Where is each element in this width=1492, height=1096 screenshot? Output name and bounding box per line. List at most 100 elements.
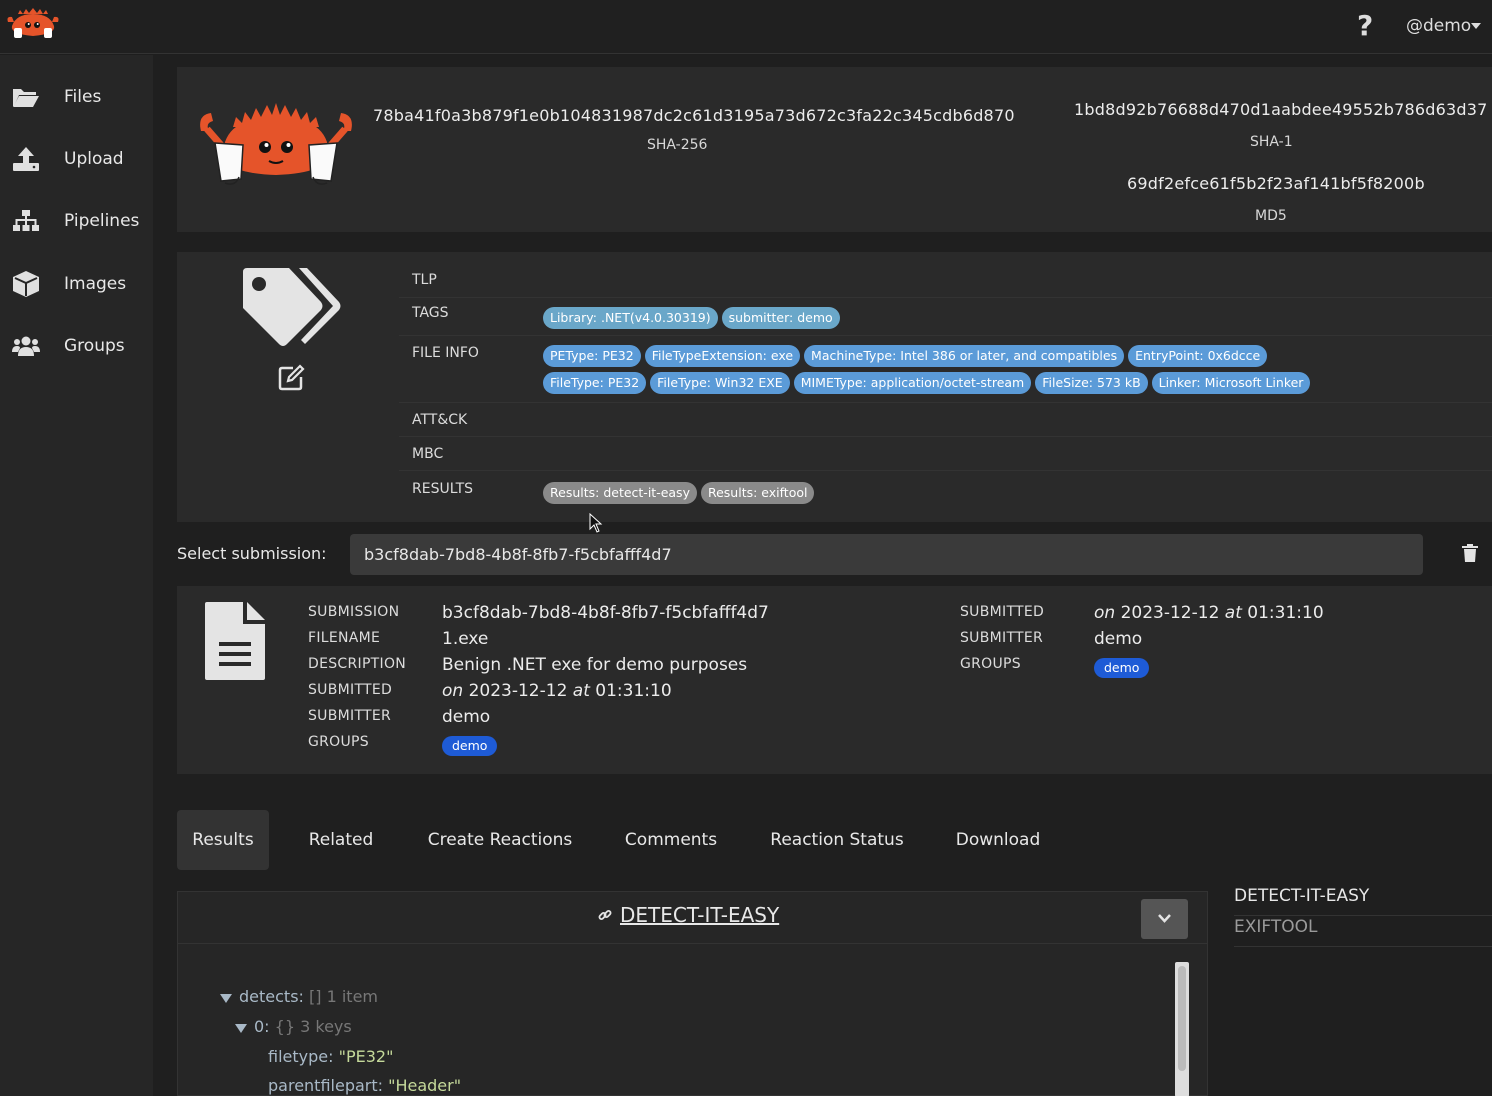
- tag-badge[interactable]: submitter: demo: [721, 307, 840, 329]
- tag-badge[interactable]: FileType: Win32 EXE: [650, 372, 790, 394]
- chevron-down-icon: [1158, 914, 1171, 923]
- submitter-key-right: SUBMITTER: [960, 630, 1044, 646]
- description-key: DESCRIPTION: [308, 656, 407, 672]
- groups-key-right: GROUPS: [960, 656, 1021, 672]
- edit-icon[interactable]: [277, 364, 305, 392]
- mbc-label: MBC: [412, 446, 444, 462]
- main-content: 78ba41f0a3b879f1e0b104831987dc2c61d3195a…: [153, 55, 1492, 1096]
- groups-key: GROUPS: [308, 734, 369, 750]
- submitted-key: SUBMITTED: [308, 682, 393, 698]
- results-label: RESULTS: [412, 481, 474, 497]
- tlp-row: TLP: [399, 262, 1492, 298]
- sidebar-item-label: Files: [64, 87, 102, 107]
- results-row: RESULTS Results: detect-it-easy Results:…: [399, 471, 1492, 521]
- tag-badge[interactable]: MachineType: Intel 386 or later, and com…: [804, 345, 1125, 367]
- attck-row: ATT&CK: [399, 403, 1492, 437]
- submission-details-panel: SUBMISSION b3cf8dab-7bd8-4b8f-8fb7-f5cbf…: [177, 586, 1492, 774]
- result-badge[interactable]: Results: detect-it-easy: [543, 482, 697, 504]
- json-parentfilepart-line: parentfilepart: "Header": [268, 1076, 462, 1095]
- result-badge[interactable]: Results: exiftool: [700, 482, 815, 504]
- mouse-cursor-icon: [589, 513, 603, 533]
- file-info-label: FILE INFO: [412, 345, 479, 361]
- upload-icon: [12, 146, 40, 172]
- tag-badge[interactable]: FileTypeExtension: exe: [644, 345, 801, 367]
- tag-badge[interactable]: FileType: PE32: [543, 372, 647, 394]
- json-index-line: 0: {} 3 keys: [254, 1017, 352, 1036]
- link-icon: [598, 910, 612, 920]
- file-info-badges: PEType: PE32 FileTypeExtension: exe Mach…: [543, 345, 1373, 394]
- module-link-exiftool[interactable]: EXIFTOOL: [1234, 917, 1492, 947]
- sidebar-item-label: Upload: [64, 149, 124, 169]
- tab-results[interactable]: Results: [177, 810, 269, 870]
- filename-value: 1.exe: [442, 629, 489, 649]
- sidebar-item-label: Pipelines: [64, 211, 140, 231]
- user-menu[interactable]: @demo: [1406, 16, 1471, 36]
- tag-badge[interactable]: PEType: PE32: [543, 345, 641, 367]
- submission-id-value[interactable]: b3cf8dab-7bd8-4b8f-8fb7-f5cbfafff4d7: [442, 603, 769, 623]
- sidebar-item-upload[interactable]: Upload: [0, 134, 153, 184]
- tags-badges: Library: .NET(v4.0.30319) submitter: dem…: [543, 307, 1343, 329]
- collapse-button[interactable]: [1141, 899, 1188, 939]
- result-panel: DETECT-IT-EASY detects: [] 1 item 0: {} …: [177, 891, 1208, 1096]
- ferris-logo-icon[interactable]: [6, 8, 60, 44]
- sidebar-item-label: Images: [64, 274, 127, 294]
- filename-key: FILENAME: [308, 630, 381, 646]
- collapse-triangle-icon[interactable]: [220, 994, 232, 1003]
- tag-badge[interactable]: Linker: Microsoft Linker: [1151, 372, 1311, 394]
- json-filetype-line: filetype: "PE32": [268, 1047, 394, 1066]
- file-info-row: FILE INFO PEType: PE32 FileTypeExtension…: [399, 336, 1492, 403]
- tag-badge[interactable]: EntryPoint: 0x6dcce: [1128, 345, 1268, 367]
- tags-panel: TLP TAGS Library: .NET(v4.0.30319) submi…: [177, 252, 1492, 522]
- tab-download[interactable]: Download: [939, 810, 1057, 870]
- users-icon: [12, 333, 40, 359]
- tab-comments[interactable]: Comments: [607, 810, 735, 870]
- results-badges: Results: detect-it-easy Results: exiftoo…: [543, 482, 1343, 504]
- top-navbar: ? @demo: [0, 0, 1492, 54]
- tab-reaction-status[interactable]: Reaction Status: [755, 810, 919, 870]
- tag-badge[interactable]: MIMEType: application/octet-stream: [793, 372, 1032, 394]
- trash-icon[interactable]: [1462, 544, 1478, 562]
- submitted-value-right: on 2023-12-12 at 01:31:10: [1094, 603, 1324, 623]
- submitted-value: on 2023-12-12 at 01:31:10: [442, 681, 672, 701]
- help-icon[interactable]: ?: [1357, 9, 1373, 42]
- tab-related[interactable]: Related: [289, 810, 393, 870]
- cube-icon: [12, 271, 40, 297]
- select-submission-label: Select submission:: [177, 544, 327, 563]
- md5-label: MD5: [1255, 208, 1287, 224]
- sha1-value[interactable]: 1bd8d92b76688d470d1aabdee49552b786d63d37: [1074, 100, 1488, 119]
- chevron-down-icon[interactable]: [1471, 23, 1481, 29]
- sha256-value[interactable]: 78ba41f0a3b879f1e0b104831987dc2c61d3195a…: [373, 106, 1015, 125]
- scrollbar-thumb[interactable]: [1178, 966, 1186, 1071]
- tag-badge[interactable]: FileSize: 573 kB: [1035, 372, 1148, 394]
- ferris-mascot-icon: [200, 103, 352, 185]
- md5-value[interactable]: 69df2efce61f5b2f23af141bf5f8200b: [1127, 174, 1425, 193]
- groups-value-right: demo: [1094, 657, 1150, 678]
- submitter-value-right: demo: [1094, 629, 1143, 649]
- sidebar-item-pipelines[interactable]: Pipelines: [0, 196, 153, 246]
- tab-create-reactions[interactable]: Create Reactions: [413, 810, 587, 870]
- submitter-key: SUBMITTER: [308, 708, 392, 724]
- result-title-link[interactable]: DETECT-IT-EASY: [620, 903, 779, 927]
- result-scrollbar[interactable]: [1175, 962, 1189, 1096]
- submission-select[interactable]: b3cf8dab-7bd8-4b8f-8fb7-f5cbfafff4d7: [350, 534, 1423, 575]
- result-header: DETECT-IT-EASY: [178, 892, 1207, 944]
- sidebar-item-files[interactable]: Files: [0, 72, 153, 122]
- sidebar-item-images[interactable]: Images: [0, 259, 153, 309]
- sidebar-item-groups[interactable]: Groups: [0, 321, 153, 371]
- file-hash-panel: 78ba41f0a3b879f1e0b104831987dc2c61d3195a…: [177, 67, 1492, 232]
- group-badge[interactable]: demo: [442, 736, 498, 756]
- group-badge[interactable]: demo: [1094, 658, 1150, 678]
- folder-open-icon: [12, 84, 40, 110]
- sha1-label: SHA-1: [1250, 134, 1293, 150]
- submitter-value: demo: [442, 707, 491, 727]
- tags-icon: [243, 268, 341, 346]
- groups-value: demo: [442, 735, 498, 756]
- tag-badge[interactable]: Library: .NET(v4.0.30319): [543, 307, 718, 329]
- sidebar-item-label: Groups: [64, 336, 125, 356]
- submission-key: SUBMISSION: [308, 604, 400, 620]
- module-link-detect-it-easy[interactable]: DETECT-IT-EASY: [1234, 886, 1492, 916]
- collapse-triangle-icon[interactable]: [235, 1024, 247, 1033]
- tlp-label: TLP: [412, 272, 437, 288]
- mbc-row: MBC: [399, 437, 1492, 471]
- sitemap-icon: [12, 208, 40, 234]
